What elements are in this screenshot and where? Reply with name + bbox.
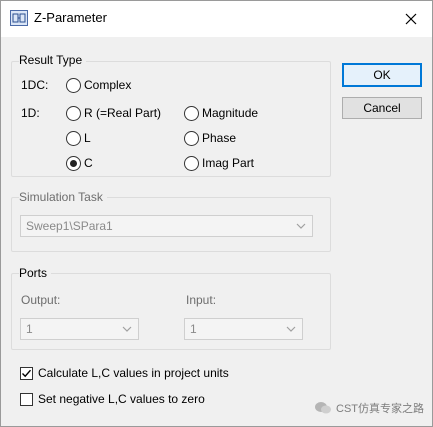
radio-c-circle[interactable] xyxy=(66,155,81,171)
radio-imag-part-circle[interactable] xyxy=(184,155,199,171)
chevron-down-icon xyxy=(296,223,306,229)
radio-phase-circle[interactable] xyxy=(184,130,199,146)
ports-label: Ports xyxy=(19,266,52,280)
input-port-select[interactable]: 1 xyxy=(184,318,303,340)
output-port-select[interactable]: 1 xyxy=(20,318,139,340)
radio-real-part-circle[interactable] xyxy=(66,105,81,121)
watermark: CST仿真专家之路 xyxy=(314,400,424,416)
checkbox-negative-to-zero-label: Set negative L,C values to zero xyxy=(38,392,205,406)
simulation-task-label: Simulation Task xyxy=(19,190,107,204)
window-title: Z-Parameter xyxy=(34,10,107,25)
radio-imag-part[interactable]: Imag Part xyxy=(184,155,254,171)
cancel-button[interactable]: Cancel xyxy=(342,97,422,119)
radio-l-circle[interactable] xyxy=(66,130,81,146)
watermark-text: CST仿真专家之路 xyxy=(336,403,424,415)
row-1dc-label: 1DC: xyxy=(21,78,49,92)
row-1d-label: 1D: xyxy=(21,106,40,120)
checkbox-negative-to-zero-box[interactable] xyxy=(20,392,33,406)
checkbox-calculate-lc[interactable]: Calculate L,C values in project units xyxy=(20,365,229,381)
input-port-value: 1 xyxy=(190,322,197,336)
input-label: Input: xyxy=(186,293,217,307)
close-icon xyxy=(405,13,417,25)
simulation-task-value: Sweep1\SPara1 xyxy=(26,219,113,233)
radio-magnitude[interactable]: Magnitude xyxy=(184,105,258,121)
close-button[interactable] xyxy=(398,7,424,31)
output-port-value: 1 xyxy=(26,322,33,336)
radio-complex-circle[interactable] xyxy=(66,77,81,93)
checkmark-icon xyxy=(22,369,32,377)
chevron-down-icon xyxy=(122,326,132,332)
radio-phase[interactable]: Phase xyxy=(184,130,236,146)
title-bar: Z-Parameter xyxy=(1,1,432,37)
radio-magnitude-label: Magnitude xyxy=(202,106,259,120)
radio-complex-label: Complex xyxy=(84,78,132,92)
radio-c-label: C xyxy=(84,156,93,170)
radio-l[interactable]: L xyxy=(66,130,91,146)
simulation-task-select[interactable]: Sweep1\SPara1 xyxy=(20,215,313,237)
radio-imag-part-label: Imag Part xyxy=(202,156,255,170)
checkbox-calculate-lc-label: Calculate L,C values in project units xyxy=(38,366,229,380)
z-parameter-dialog: Z-Parameter Result Type 1DC: 1D: Complex… xyxy=(0,0,433,427)
radio-real-part-label: R (=Real Part) xyxy=(84,106,162,120)
radio-l-label: L xyxy=(84,131,91,145)
checkbox-calculate-lc-box[interactable] xyxy=(20,366,33,380)
radio-real-part[interactable]: R (=Real Part) xyxy=(66,105,161,121)
radio-complex[interactable]: Complex xyxy=(66,77,131,93)
output-label: Output: xyxy=(21,293,61,307)
result-type-group xyxy=(11,61,331,177)
result-type-label: Result Type xyxy=(19,53,87,67)
radio-magnitude-circle[interactable] xyxy=(184,105,199,121)
chevron-down-icon xyxy=(286,326,296,332)
radio-phase-label: Phase xyxy=(202,131,237,145)
wechat-icon xyxy=(315,402,331,414)
z-parameter-app-icon xyxy=(10,10,28,26)
ok-button[interactable]: OK xyxy=(342,63,422,87)
radio-c[interactable]: C xyxy=(66,155,93,171)
checkbox-negative-to-zero[interactable]: Set negative L,C values to zero xyxy=(20,391,205,407)
